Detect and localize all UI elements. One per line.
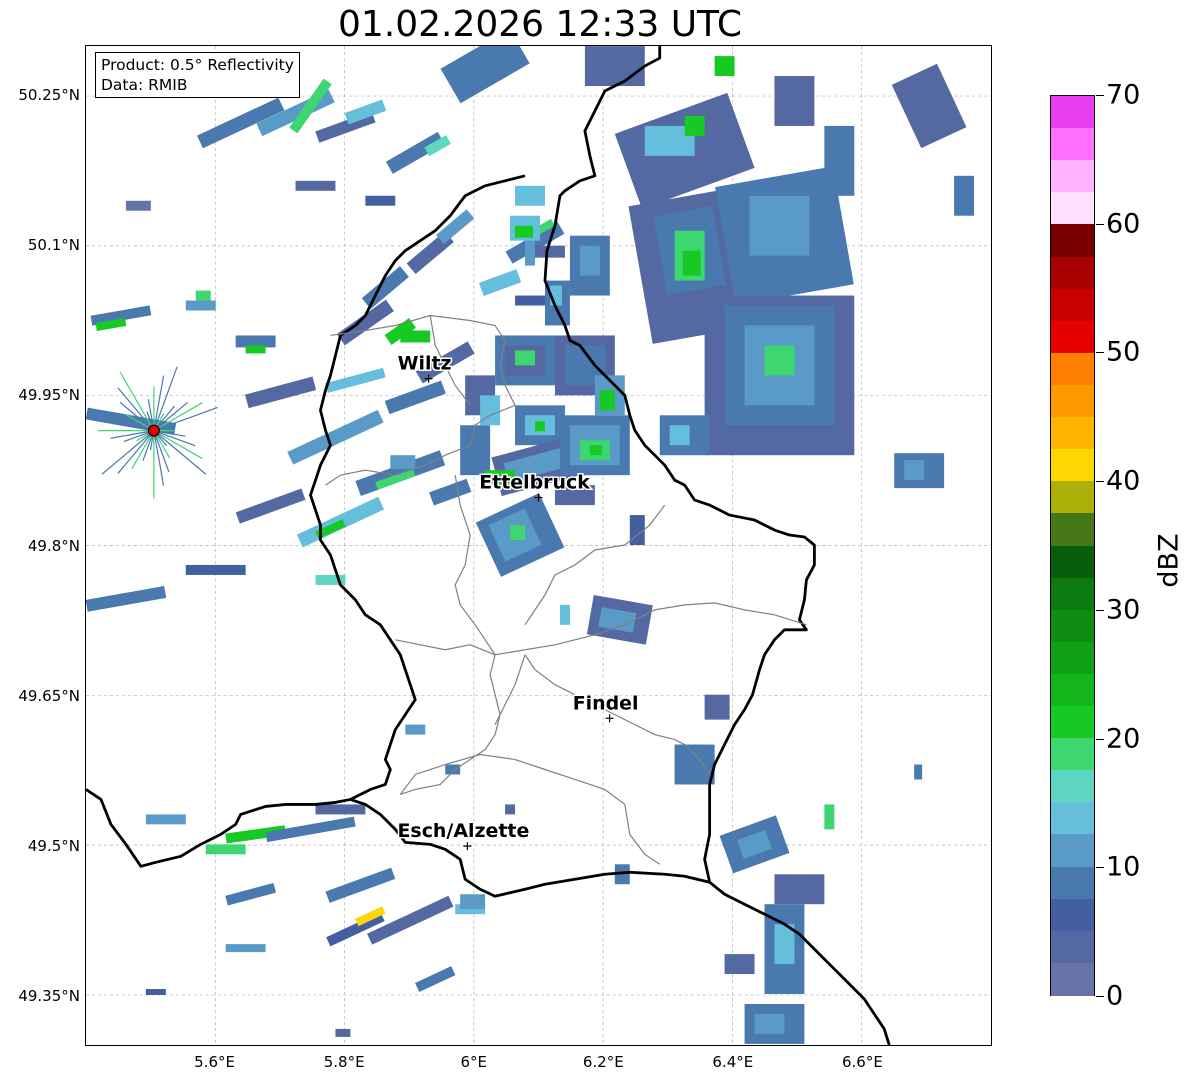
colorbar-swatch (1051, 866, 1094, 900)
colorbar-swatch (1051, 288, 1094, 322)
colorbar-swatch (1051, 320, 1094, 354)
longitude-label: 6.6°E (842, 1053, 883, 1071)
colorbar-swatch (1051, 609, 1094, 643)
colorbar-swatch (1051, 96, 1094, 129)
colorbar-tick (1096, 481, 1104, 483)
colorbar-swatch (1051, 256, 1094, 290)
product-info-box: Product: 0.5° Reflectivity Data: RMIB (95, 52, 300, 98)
colorbar-swatch (1051, 930, 1094, 964)
colorbar-swatch (1051, 481, 1094, 514)
colorbar-swatch (1051, 802, 1094, 836)
colorbar-swatch (1051, 577, 1094, 611)
city-marker: Esch/Alzette (396, 819, 531, 851)
latitude-label: 50.25°N (18, 86, 80, 105)
colorbar-tick (1096, 95, 1104, 96)
colorbar-swatch (1051, 962, 1094, 996)
colorbar-tick-label: 40 (1106, 465, 1141, 497)
radar-site-clutter (86, 366, 218, 499)
map-title: 01.02.2026 12:33 UTC (337, 4, 743, 45)
southern-border (349, 798, 710, 898)
colorbar-swatch (1051, 384, 1094, 418)
colorbar-swatch (1051, 770, 1094, 803)
colorbar-tick-label: 10 (1106, 851, 1141, 883)
city-label: Wiltz (398, 353, 452, 375)
colorbar-swatch (1051, 449, 1094, 482)
city-marker: Findel (571, 691, 640, 723)
colorbar-tick (1096, 867, 1104, 869)
colorbar-tick (1096, 996, 1104, 997)
colorbar-swatch (1051, 706, 1094, 739)
latitude-label: 49.95°N (18, 386, 80, 405)
latitude-label: 49.65°N (18, 686, 80, 705)
colorbar-swatch (1051, 673, 1094, 707)
echo-cluster-west (86, 290, 446, 612)
colorbar-swatch (1051, 352, 1094, 386)
colorbar-unit-label: dBZ (1153, 533, 1184, 588)
colorbar-tick-label: 0 (1106, 980, 1124, 1012)
radar-echoes (86, 46, 975, 1044)
latitude-label: 49.5°N (27, 836, 80, 855)
echo-cluster-northwest (125, 78, 451, 211)
colorbar-tick (1096, 352, 1104, 354)
colorbar-swatch (1051, 417, 1094, 450)
echo-cluster-southeast (460, 744, 923, 1044)
dbz-colorbar (1050, 95, 1095, 996)
colorbar-tick-label: 50 (1106, 336, 1141, 368)
colorbar-tick-label: 60 (1106, 208, 1141, 240)
city-label: Esch/Alzette (398, 820, 530, 842)
colorbar-tick (1096, 223, 1104, 225)
longitude-label: 5.8°E (323, 1053, 365, 1071)
latitude-label: 50.1°N (27, 236, 80, 255)
colorbar-swatch (1051, 192, 1094, 226)
colorbar-swatch (1051, 834, 1094, 868)
radar-site-marker (147, 424, 160, 437)
latitude-label: 49.8°N (27, 536, 80, 555)
colorbar-tick-label: 30 (1106, 594, 1141, 626)
longitude-label: 6°E (460, 1053, 487, 1071)
longitude-label: 6.4°E (712, 1053, 754, 1071)
product-label: Product: 0.5° Reflectivity (101, 56, 294, 74)
clutter-spoke (153, 402, 203, 432)
colorbar-tick-label: 70 (1106, 79, 1141, 111)
colorbar-swatch (1051, 545, 1094, 579)
longitude-label: 5.6°E (194, 1053, 235, 1071)
colorbar-tick-label: 20 (1106, 723, 1141, 755)
colorbar-swatch (1051, 513, 1094, 547)
longitude-label: 6.2°E (582, 1053, 624, 1071)
colorbar-swatch (1051, 224, 1094, 258)
latitude-label: 49.35°N (18, 986, 80, 1005)
radar-map: Wiltz Ettelbruck Findel Esch/Alzette (85, 45, 992, 1046)
colorbar-swatch (1051, 898, 1094, 932)
radar-map-canvas: Wiltz Ettelbruck Findel Esch/Alzette (86, 46, 991, 1045)
colorbar-swatch (1051, 128, 1094, 161)
data-source-label: Data: RMIB (101, 76, 188, 94)
colorbar-swatch (1051, 641, 1094, 675)
city-label: Ettelbruck (479, 472, 590, 494)
city-label: Findel (573, 692, 639, 714)
colorbar-tick (1096, 609, 1104, 611)
colorbar-swatch (1051, 160, 1094, 193)
colorbar-swatch (1051, 738, 1094, 771)
national-border-west (86, 174, 526, 868)
colorbar-tick (1096, 738, 1104, 740)
